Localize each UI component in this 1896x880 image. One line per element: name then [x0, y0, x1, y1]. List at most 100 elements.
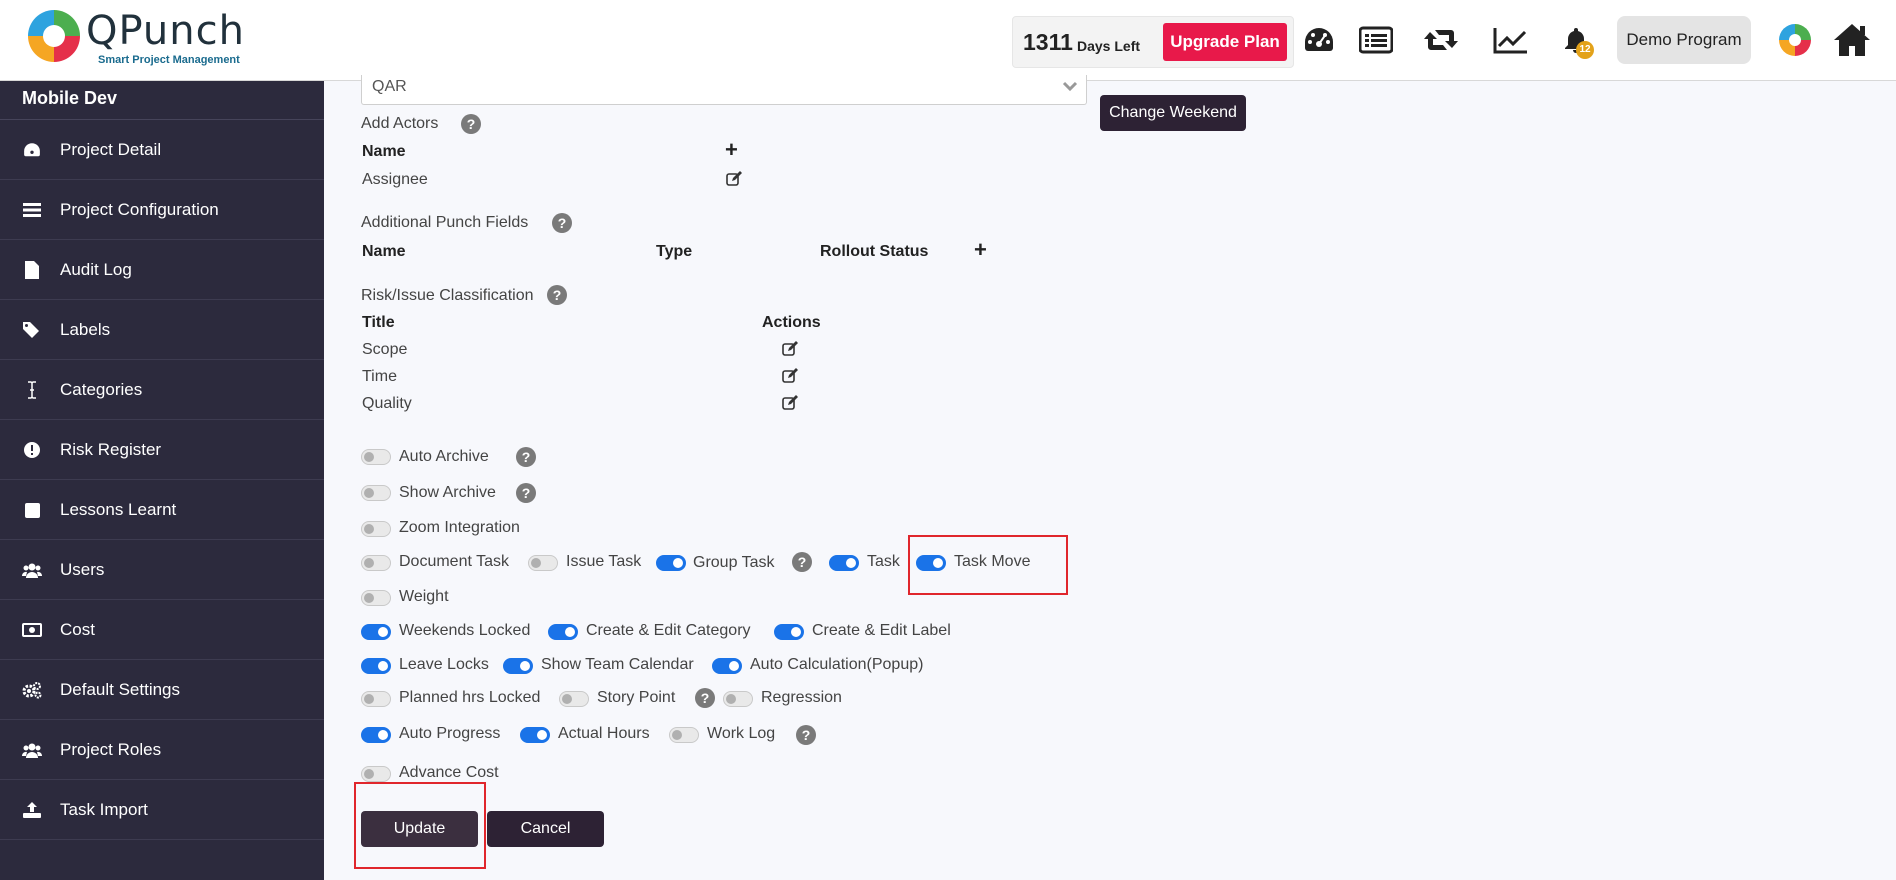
sidebar-item-labels[interactable]: Labels: [0, 300, 324, 360]
sidebar-item-users[interactable]: Users: [0, 540, 324, 600]
group-task-toggle[interactable]: [656, 555, 686, 571]
show-archive-toggle[interactable]: [361, 485, 391, 501]
help-icon[interactable]: ?: [695, 688, 715, 708]
chevron-down-icon: [1062, 79, 1078, 97]
sidebar-item-label: Categories: [60, 380, 143, 399]
demo-program-button[interactable]: Demo Program: [1617, 16, 1751, 64]
dashboard-icon[interactable]: [1299, 20, 1339, 60]
sidebar-item-label: Project Roles: [60, 740, 162, 759]
retweet-icon[interactable]: [1421, 20, 1461, 60]
sidebar-item-label: Project Detail: [60, 140, 162, 159]
zoom-integration-toggle[interactable]: [361, 521, 391, 537]
chart-line-icon[interactable]: [1491, 20, 1531, 60]
help-icon[interactable]: ?: [552, 213, 572, 233]
create-edit-category-label: Create & Edit Category: [586, 622, 751, 639]
work-log-toggle[interactable]: [669, 727, 699, 743]
edit-icon[interactable]: [782, 341, 798, 357]
risk-row-scope: Scope: [362, 341, 408, 358]
help-icon[interactable]: ?: [516, 447, 536, 467]
work-log-label: Work Log: [707, 725, 776, 742]
sidebar-item-project-roles[interactable]: Project Roles: [0, 720, 324, 780]
sidebar: Mobile Dev Project Detail Project Config…: [0, 81, 324, 880]
sidebar-item-project-configuration[interactable]: Project Configuration: [0, 180, 324, 240]
plan-status: 1311 Days Left Upgrade Plan: [1012, 16, 1294, 68]
actual-hours-toggle[interactable]: [520, 727, 550, 743]
auto-progress-toggle[interactable]: [361, 727, 391, 743]
money-icon: [22, 620, 42, 640]
edit-icon[interactable]: [726, 171, 742, 187]
notification-count-badge: 12: [1576, 41, 1594, 59]
list-icon[interactable]: [1356, 20, 1396, 60]
show-team-calendar-label: Show Team Calendar: [541, 656, 694, 673]
regression-toggle[interactable]: [723, 691, 753, 707]
group-task-label: Group Task: [693, 554, 775, 571]
currency-select[interactable]: QAR: [361, 75, 1087, 105]
story-point-toggle[interactable]: [559, 691, 589, 707]
change-weekend-button[interactable]: Change Weekend: [1100, 95, 1246, 131]
task-move-toggle[interactable]: [916, 555, 946, 571]
task-move-label: Task Move: [954, 553, 1031, 570]
users-icon: [22, 560, 42, 580]
issue-task-toggle[interactable]: [528, 555, 558, 571]
app-logo-icon[interactable]: [1775, 20, 1815, 60]
sidebar-item-audit-log[interactable]: Audit Log: [0, 240, 324, 300]
logo-tagline: Smart Project Management: [98, 54, 240, 66]
sidebar-item-task-import[interactable]: Task Import: [0, 780, 324, 840]
weekends-locked-toggle[interactable]: [361, 624, 391, 640]
bell-icon[interactable]: 12: [1556, 20, 1596, 60]
cogs-icon: [22, 680, 42, 700]
sidebar-item-risk-register[interactable]: Risk Register: [0, 420, 324, 480]
users-icon: [22, 740, 42, 760]
auto-archive-toggle[interactable]: [361, 449, 391, 465]
qpunch-logo[interactable]: QPunch Smart Project Management: [28, 8, 260, 70]
cancel-button[interactable]: Cancel: [487, 811, 604, 847]
advance-cost-label: Advance Cost: [399, 764, 499, 781]
home-icon[interactable]: [1832, 20, 1872, 60]
punch-header-rollout-status: Rollout Status: [820, 243, 929, 260]
sidebar-item-label: Users: [60, 560, 105, 579]
help-icon[interactable]: ?: [792, 552, 812, 572]
add-actors-title: Add Actors: [361, 115, 439, 132]
leave-locks-toggle[interactable]: [361, 658, 391, 674]
create-edit-category-toggle[interactable]: [548, 624, 578, 640]
punch-header-name: Name: [362, 243, 406, 260]
show-team-calendar-toggle[interactable]: [503, 658, 533, 674]
punch-header-type: Type: [656, 243, 693, 260]
sidebar-item-label: Project Configuration: [60, 200, 219, 219]
add-actor-plus-icon[interactable]: +: [725, 139, 738, 161]
help-icon[interactable]: ?: [516, 483, 536, 503]
sidebar-item-project-detail[interactable]: Project Detail: [0, 120, 324, 180]
advance-cost-toggle[interactable]: [361, 766, 391, 782]
currency-select-value: QAR: [372, 78, 407, 95]
help-icon[interactable]: ?: [796, 725, 816, 745]
edit-icon[interactable]: [782, 395, 798, 411]
weekends-locked-label: Weekends Locked: [399, 622, 531, 639]
file-icon: [22, 260, 42, 280]
upgrade-plan-button[interactable]: Upgrade Plan: [1163, 23, 1287, 61]
create-edit-label-toggle[interactable]: [774, 624, 804, 640]
sidebar-item-default-settings[interactable]: Default Settings: [0, 660, 324, 720]
show-archive-label: Show Archive: [399, 484, 496, 501]
sidebar-item-cost[interactable]: Cost: [0, 600, 324, 660]
auto-calculation-toggle[interactable]: [712, 658, 742, 674]
help-icon[interactable]: ?: [547, 285, 567, 305]
weight-toggle[interactable]: [361, 590, 391, 606]
logo-text: QPunch: [86, 8, 245, 54]
sidebar-item-lessons-learnt[interactable]: Lessons Learnt: [0, 480, 324, 540]
planned-hrs-locked-toggle[interactable]: [361, 691, 391, 707]
document-task-toggle[interactable]: [361, 555, 391, 571]
help-icon[interactable]: ?: [461, 114, 481, 134]
risk-header-title: Title: [362, 314, 395, 331]
update-button[interactable]: Update: [361, 811, 478, 847]
sidebar-item-categories[interactable]: Categories: [0, 360, 324, 420]
sidebar-item-label: Default Settings: [60, 680, 181, 699]
add-punch-field-plus-icon[interactable]: +: [974, 239, 987, 261]
logo-mark-icon: [28, 10, 80, 62]
sidebar-item-label: Labels: [60, 320, 111, 339]
square-icon: [22, 500, 42, 520]
edit-icon[interactable]: [782, 368, 798, 384]
dashboard-icon: [22, 140, 42, 160]
task-toggle[interactable]: [829, 555, 859, 571]
actor-row-assignee: Assignee: [362, 171, 428, 188]
days-left-number: 1311: [1023, 29, 1073, 55]
